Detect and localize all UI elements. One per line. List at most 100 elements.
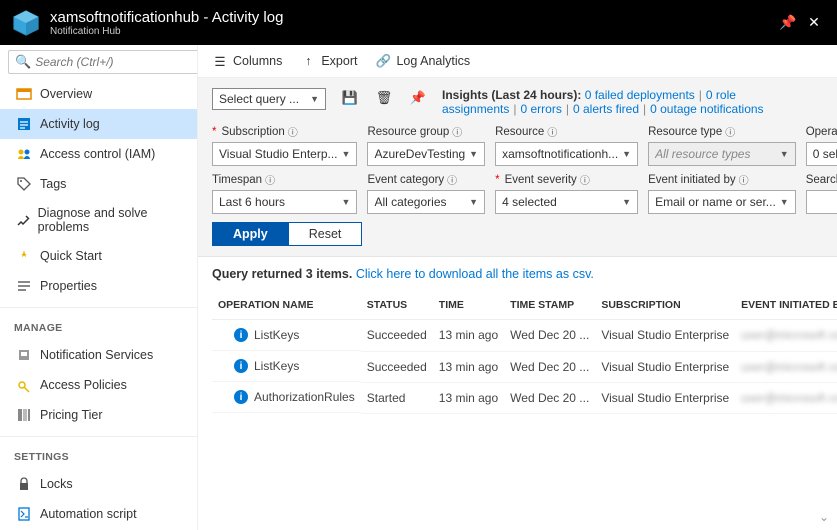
sidebar-item-label: Automation script <box>40 507 137 521</box>
filter-resource_group[interactable]: AzureDevTesting▼ <box>367 142 485 166</box>
apply-button[interactable]: Apply <box>212 222 289 246</box>
sidebar-item-label: Diagnose and solve problems <box>38 206 183 234</box>
info-icon: i <box>234 359 248 373</box>
sidebar-item-tags[interactable]: Tags <box>0 169 197 199</box>
columns-icon: ☰ <box>212 53 228 69</box>
tags-icon <box>14 176 34 192</box>
save-icon[interactable]: 💾 <box>340 88 360 108</box>
notif-icon <box>14 347 34 363</box>
filter-label-resource_group: Resource group ⓘ <box>367 124 485 139</box>
overview-icon <box>14 86 34 102</box>
sidebar-section-manage: MANAGE <box>0 314 197 340</box>
download-csv-link[interactable]: Click here to download all the items as … <box>356 267 594 281</box>
sidebar-search[interactable]: 🔍 <box>8 50 198 74</box>
info-icon: ⓘ <box>580 172 590 187</box>
chevron-down-icon: ▼ <box>622 197 631 207</box>
sidebar-item-locks[interactable]: Locks <box>0 469 197 499</box>
filter-event_initiated[interactable]: Email or name or ser...▼ <box>648 190 796 214</box>
filter-timespan[interactable]: Last 6 hours▼ <box>212 190 357 214</box>
filter-label-event_severity: *Event severity ⓘ <box>495 172 638 187</box>
resource-icon <box>10 7 42 39</box>
select-query-dropdown[interactable]: Select query ...▼ <box>212 88 326 110</box>
sidebar-item-label: Quick Start <box>40 249 102 263</box>
log-analytics-button[interactable]: 🔗Log Analytics <box>375 53 470 69</box>
sidebar-item-activity-log[interactable]: Activity log <box>0 109 197 139</box>
column-header[interactable]: EVENT INITIATED BY <box>735 291 837 320</box>
policies-icon <box>14 377 34 393</box>
search-input[interactable] <box>813 195 837 209</box>
result-message: Query returned 3 items. Click here to do… <box>212 267 823 281</box>
filter-label-search: Search ⓘ <box>806 172 837 187</box>
info-icon: ⓘ <box>447 172 457 187</box>
chevron-down-icon: ▼ <box>780 197 789 207</box>
chevron-down-icon: ▼ <box>310 94 319 104</box>
reset-button[interactable]: Reset <box>289 222 363 246</box>
chevron-down-icon: ▼ <box>780 149 789 159</box>
filter-event_category[interactable]: All categories▼ <box>367 190 485 214</box>
filter-label-event_category: Event category ⓘ <box>367 172 485 187</box>
column-header[interactable]: OPERATION NAME <box>212 291 361 320</box>
filter-label-subscription: *Subscription ⓘ <box>212 124 357 139</box>
table-row[interactable]: iListKeysSucceeded13 min agoWed Dec 20 .… <box>212 320 837 352</box>
sidebar-item-access-control-iam-[interactable]: Access control (IAM) <box>0 139 197 169</box>
sidebar-item-label: Access Policies <box>40 378 127 392</box>
sidebar-item-label: Notification Services <box>40 348 153 362</box>
sidebar-item-properties[interactable]: Properties <box>0 271 197 301</box>
chevron-down-icon: ▼ <box>622 149 631 159</box>
info-icon: ⓘ <box>725 124 735 139</box>
close-button[interactable]: ✕ <box>801 14 827 31</box>
sidebar-item-notification-services[interactable]: Notification Services <box>0 340 197 370</box>
column-header[interactable]: STATUS <box>361 291 433 320</box>
sidebar-search-input[interactable] <box>35 55 192 69</box>
diagnose-icon <box>14 212 32 228</box>
sidebar-item-automation-script[interactable]: Automation script <box>0 499 197 529</box>
sidebar-item-quick-start[interactable]: Quick Start <box>0 241 197 271</box>
sidebar-item-label: Overview <box>40 87 92 101</box>
filter-operation[interactable]: 0 selected▼ <box>806 142 837 166</box>
pin-button[interactable]: 📌 <box>775 14 801 31</box>
table-row[interactable]: iAuthorizationRulesStarted13 min agoWed … <box>212 382 837 413</box>
filter-resource_type: All resource types▼ <box>648 142 796 166</box>
chevron-down-icon: ▼ <box>342 197 351 207</box>
quickstart-icon <box>14 248 34 264</box>
sidebar-item-pricing-tier[interactable]: Pricing Tier <box>0 400 197 430</box>
sidebar-item-label: Tags <box>40 177 66 191</box>
info-icon: ⓘ <box>547 124 557 139</box>
insights-link[interactable]: 0 outage notifications <box>650 102 763 116</box>
topbar: xamsoftnotificationhub - Activity log No… <box>0 0 837 45</box>
column-header[interactable]: SUBSCRIPTION <box>595 291 735 320</box>
chevron-down-icon: ▼ <box>469 149 478 159</box>
table-row[interactable]: iListKeysSucceeded13 min agoWed Dec 20 .… <box>212 351 837 382</box>
columns-button[interactable]: ☰Columns <box>212 53 282 69</box>
sidebar-item-access-policies[interactable]: Access Policies <box>0 370 197 400</box>
sidebar-item-diagnose-and-solve-problems[interactable]: Diagnose and solve problems <box>0 199 197 241</box>
column-header[interactable]: TIME <box>433 291 504 320</box>
insights-link[interactable]: 0 failed deployments <box>585 88 695 102</box>
filter-label-operation: Operation ⓘ <box>806 124 837 139</box>
pin-query-icon[interactable]: 📌 <box>408 88 428 108</box>
insights-link[interactable]: 0 errors <box>521 102 562 116</box>
insights-link[interactable]: 0 alerts fired <box>573 102 639 116</box>
locks-icon <box>14 476 34 492</box>
export-button[interactable]: ↑Export <box>300 53 357 69</box>
filter-resource[interactable]: xamsoftnotificationh...▼ <box>495 142 638 166</box>
log-analytics-icon: 🔗 <box>375 53 391 69</box>
activitylog-icon <box>14 116 34 132</box>
filters-panel: Select query ...▼ 💾 🗑 📌 Insights (Last 2… <box>198 78 837 257</box>
sidebar-section-settings: SETTINGS <box>0 443 197 469</box>
properties-icon <box>14 278 34 294</box>
info-icon: i <box>234 390 248 404</box>
filter-subscription[interactable]: Visual Studio Enterp...▼ <box>212 142 357 166</box>
column-header[interactable]: TIME STAMP <box>504 291 595 320</box>
delete-icon[interactable]: 🗑 <box>374 88 394 108</box>
filter-event_severity[interactable]: 4 selected▼ <box>495 190 638 214</box>
filter-search[interactable] <box>806 190 837 214</box>
sidebar-item-overview[interactable]: Overview <box>0 79 197 109</box>
page-title: xamsoftnotificationhub - Activity log <box>50 9 775 26</box>
filter-label-event_initiated: Event initiated by ⓘ <box>648 172 796 187</box>
chevron-down-icon: ▼ <box>469 197 478 207</box>
info-icon: ⓘ <box>452 124 462 139</box>
sidebar: 🔍 « OverviewActivity logAccess control (… <box>0 45 198 530</box>
iam-icon <box>14 146 34 162</box>
info-icon: ⓘ <box>739 172 749 187</box>
